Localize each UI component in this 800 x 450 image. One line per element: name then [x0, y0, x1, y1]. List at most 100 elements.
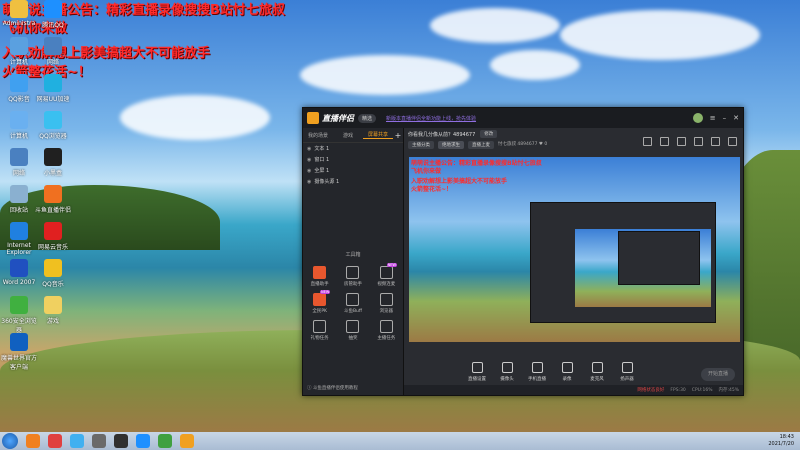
stream-preview[interactable]: 萌萌说主播公告：精彩直播录像搜搜B站忖七旅叔 飞机你来做 入职劝解想上影美搞超大… [409, 157, 740, 342]
desktop-icon[interactable]: 回收站 [0, 185, 38, 214]
toolbar-icon [471, 361, 483, 373]
live-companion-window: 直播伴侣 精选 新版本直播伴侣全新功能上线，抢先体验 ≡ – ✕ 我的场景 游戏屏… [302, 107, 744, 396]
toolbox-item[interactable]: 斗鱼Buff [336, 293, 369, 314]
new-badge: NEW [320, 290, 331, 294]
desktop-icon[interactable]: 斗鱼直播伴侣 [34, 185, 72, 214]
toolbar-label: 手机直播 [528, 376, 546, 382]
source-item[interactable]: ◉ 摄像头源 1 [303, 176, 403, 187]
source-item[interactable]: ◉ 窗口 1 [303, 154, 403, 165]
preview-overlay-line-4: 火箭整花活~！ [411, 186, 453, 193]
taskbar-app-icon[interactable] [114, 434, 128, 448]
toolbox-item[interactable]: 抽奖 [336, 320, 369, 341]
clock-date: 2021/7/20 [768, 441, 794, 447]
toolbar-button[interactable]: 摄像头 [492, 361, 522, 382]
desktop-icon[interactable]: 网易UU加速 [34, 74, 72, 103]
expand-icon[interactable] [728, 137, 737, 146]
toolbar-button[interactable]: 手机直播 [522, 361, 552, 382]
toolbar-label: 麦克风 [590, 376, 604, 382]
desktop-icon[interactable]: 腾讯QQ [34, 0, 72, 29]
close-icon[interactable]: ✕ [733, 114, 739, 122]
taskbar-app-icon[interactable] [136, 434, 150, 448]
desktop-icon[interactable]: 360安全浏览器 [0, 296, 38, 334]
desktop-icon[interactable]: 网络 [0, 148, 38, 177]
taskbar-app-icon[interactable] [48, 434, 62, 448]
add-scene-icon[interactable]: + [393, 131, 403, 140]
toolbar-button[interactable]: 扬声器 [612, 361, 642, 382]
settings-icon[interactable] [694, 137, 703, 146]
desktop-icon-label: Word 2007 [2, 279, 36, 286]
clock[interactable]: 18:43 2021/7/20 [768, 434, 794, 448]
taskbar-app-icon[interactable] [158, 434, 172, 448]
app-icon [10, 0, 28, 18]
tool-icon [379, 266, 393, 279]
toolbox-item[interactable]: 直播助手 [303, 266, 336, 287]
desktop-icon[interactable]: Internet Explorer [0, 222, 38, 256]
avatar[interactable] [692, 113, 703, 123]
announcement-link[interactable]: 新版本直播伴侣全新功能上线，抢先体验 [386, 115, 476, 122]
toolbox-item[interactable]: 浏览器 [370, 293, 403, 314]
desktop-icon[interactable]: QQ影音 [0, 74, 38, 103]
desktop-icon-label: 回收站 [9, 207, 28, 214]
toolbar-button[interactable]: 直播设置 [462, 361, 492, 382]
scene-tabs: 我的场景 游戏 屏幕共享 + [303, 128, 403, 143]
desktop-icon-label: 计算机 [9, 133, 28, 140]
desktop-icon[interactable]: 魔兽世界官方客户端 [0, 333, 38, 371]
layout-icon[interactable] [643, 137, 652, 146]
scene-tab[interactable]: 游戏 [333, 132, 363, 139]
taskbar-app-icon[interactable] [180, 434, 194, 448]
app-icon [44, 222, 62, 240]
tool-icon [379, 293, 393, 306]
minimize-icon[interactable]: – [723, 114, 727, 122]
toolbar-label: 直播设置 [468, 376, 486, 382]
toolbar-button[interactable]: 录像 [552, 361, 582, 382]
edit-title-button[interactable]: 修改 [480, 130, 498, 138]
desktop-icon[interactable]: 计算机 [0, 111, 38, 140]
toolbox-item[interactable]: 房管助手 [336, 266, 369, 287]
taskbar-app-icon[interactable] [26, 434, 40, 448]
start-button[interactable] [2, 433, 18, 449]
category-pill[interactable]: 主播分类 [408, 141, 434, 149]
desktop-icon[interactable]: Word 2007 [0, 259, 38, 286]
desktop-icon[interactable]: QQ浏览器 [34, 111, 72, 140]
titlebar: 直播伴侣 精选 新版本直播伴侣全新功能上线，抢先体验 ≡ – ✕ [303, 108, 743, 128]
tool-icon [379, 320, 393, 333]
visibility-icon[interactable]: ◉ [307, 179, 311, 185]
source-item[interactable]: ◉ 文本 1 [303, 143, 403, 154]
scene-tab[interactable]: 我的场景 [303, 132, 333, 139]
left-panel: 我的场景 游戏 屏幕共享 + ◉ 文本 1 ◉ 窗口 1 ◉ 全屏 1 ◉ 摄像头源 1 工具箱 直… [303, 128, 404, 395]
tool-icon [346, 320, 360, 333]
desktop-icon[interactable]: QQ音乐 [34, 259, 72, 288]
scene-tab[interactable]: 屏幕共享 [363, 131, 393, 139]
tutorial-link[interactable]: ⓘ 斗鱼直播伴侣使用教程 [307, 385, 358, 391]
category-pill[interactable]: 直播上麦 [468, 141, 494, 149]
desktop-icon[interactable]: 计算机 [0, 37, 38, 66]
lock-icon[interactable] [660, 137, 669, 146]
visibility-icon[interactable]: ◉ [307, 157, 311, 163]
taskbar-app-icon[interactable] [70, 434, 84, 448]
app-icon [10, 222, 28, 240]
start-live-button[interactable]: 开始直播 [701, 368, 735, 381]
desktop-icon[interactable]: 小黑盒 [34, 148, 72, 177]
desktop-icon-label: 网易UU加速 [36, 96, 70, 103]
toolbox-item[interactable]: 礼物任务 [303, 320, 336, 341]
fullscreen-icon[interactable] [711, 137, 720, 146]
toolbar-button[interactable]: 麦克风 [582, 361, 612, 382]
taskbar-app-icon[interactable] [92, 434, 106, 448]
source-item[interactable]: ◉ 全屏 1 [303, 165, 403, 176]
desktop-icon[interactable]: 网易云音乐 [34, 222, 72, 251]
toolbar-icon [591, 361, 603, 373]
category-pill[interactable]: 绝地求生 [438, 141, 464, 149]
desktop-icon[interactable]: Administra [0, 0, 38, 27]
toolbox-item[interactable]: 主播任务 [370, 320, 403, 341]
menu-icon[interactable]: ≡ [710, 114, 716, 122]
copy-icon[interactable] [677, 137, 686, 146]
toolbox-item[interactable]: NEW 全民PK [303, 290, 336, 314]
toolbar-label: 摄像头 [500, 376, 514, 382]
desktop-icon[interactable]: 网络 [34, 37, 72, 66]
visibility-icon[interactable]: ◉ [307, 146, 311, 152]
desktop-icon-label: Internet Explorer [6, 242, 32, 256]
toolbox-item[interactable]: NEW 视频连麦 [370, 263, 403, 287]
visibility-icon[interactable]: ◉ [307, 168, 311, 174]
version-badge[interactable]: 精选 [358, 113, 377, 123]
desktop-icon[interactable]: 游戏 [34, 296, 72, 325]
